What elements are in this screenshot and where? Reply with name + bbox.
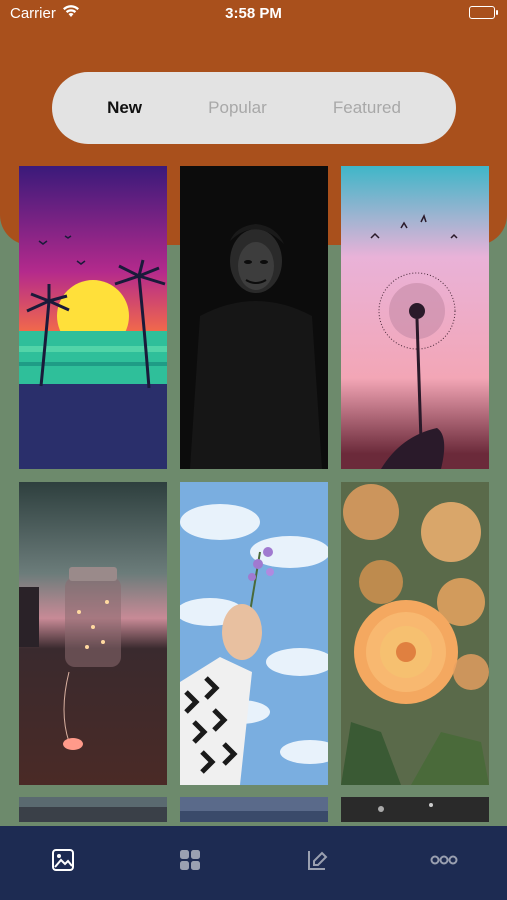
- segment-featured[interactable]: Featured: [333, 98, 401, 118]
- wallpaper-tile-dark-portrait[interactable]: [180, 166, 328, 469]
- wallpaper-tile-partial-3[interactable]: [341, 797, 489, 822]
- category-segmented-control: New Popular Featured: [52, 72, 456, 144]
- segment-popular[interactable]: Popular: [208, 98, 267, 118]
- wallpaper-tile-hand-flower[interactable]: [180, 482, 328, 785]
- battery-icon: [469, 6, 498, 19]
- wallpaper-tile-jar-lights[interactable]: [19, 482, 167, 785]
- image-icon: [51, 848, 75, 878]
- tab-more[interactable]: [424, 848, 464, 878]
- wallpaper-tile-partial-2[interactable]: [180, 797, 328, 822]
- wallpaper-tile-partial-1[interactable]: [19, 797, 167, 822]
- segment-new[interactable]: New: [107, 98, 142, 118]
- bottom-tab-bar: [0, 826, 507, 900]
- tab-wallpapers[interactable]: [43, 848, 83, 878]
- wallpaper-grid: [19, 166, 489, 785]
- grid-icon: [178, 848, 202, 878]
- status-bar: Carrier 3:58 PM: [0, 0, 507, 28]
- more-icon: [429, 848, 459, 878]
- tab-editor[interactable]: [297, 848, 337, 878]
- wallpaper-tile-dandelion[interactable]: [341, 166, 489, 469]
- status-time: 3:58 PM: [225, 5, 282, 22]
- wallpaper-tile-dahlias[interactable]: [341, 482, 489, 785]
- wallpaper-tile-sunset-beach[interactable]: [19, 166, 167, 469]
- brush-icon: [305, 848, 329, 878]
- tab-categories[interactable]: [170, 848, 210, 878]
